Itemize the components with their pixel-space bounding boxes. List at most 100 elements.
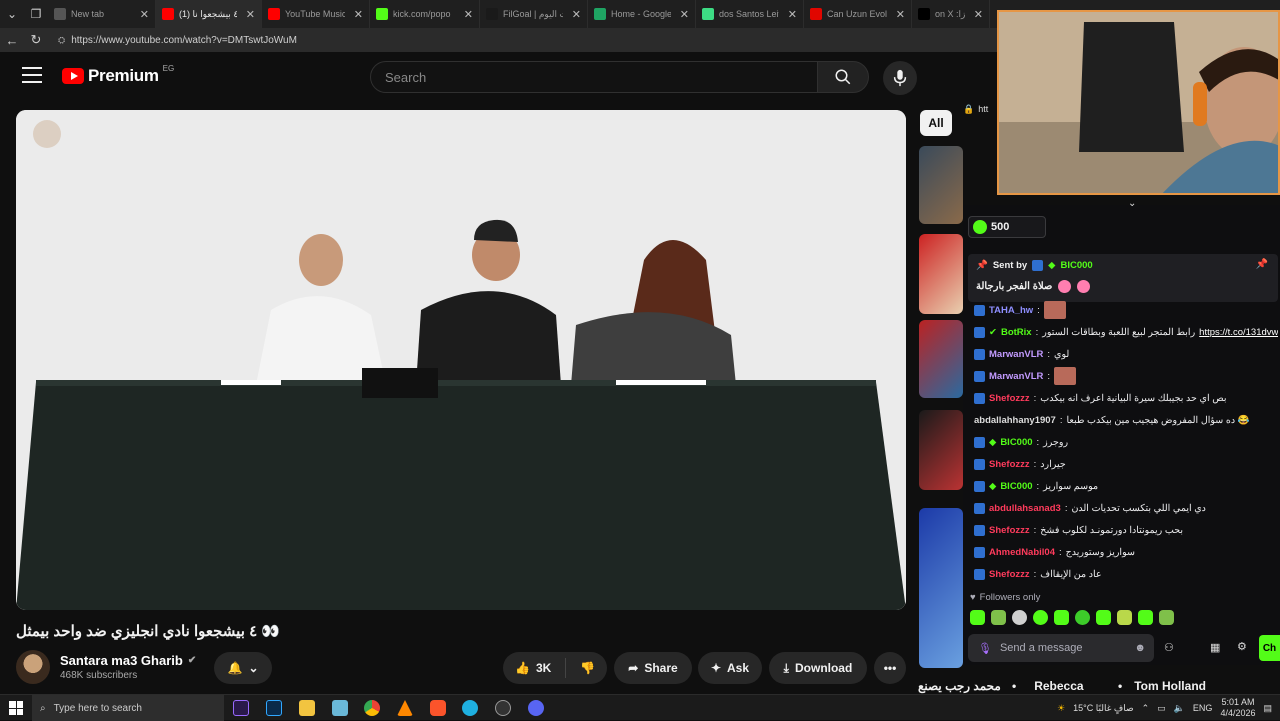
chat-username[interactable]: BIC000 [1000, 437, 1032, 448]
related-chip[interactable]: • Rebecca [1012, 679, 1084, 693]
emote-icon[interactable] [1096, 610, 1111, 625]
filter-chip-all[interactable]: All [920, 110, 952, 136]
close-tab-icon[interactable]: ✕ [242, 8, 255, 21]
clock[interactable]: 5:01 AM 4/4/2026 [1220, 697, 1255, 719]
edge-icon[interactable] [462, 700, 478, 716]
recommended-thumbnail[interactable] [919, 146, 963, 224]
emote-icon[interactable] [1033, 610, 1048, 625]
unpin-icon[interactable]: 📌 [1256, 259, 1268, 270]
emote-icon[interactable] [1117, 610, 1132, 625]
emote-icon[interactable] [991, 610, 1006, 625]
emote-icon[interactable] [1054, 610, 1069, 625]
recommended-thumbnail[interactable] [919, 234, 963, 314]
browser-tab[interactable]: (1) ٤ بيشجعوا نا ✕ [156, 0, 262, 28]
close-tab-icon[interactable]: ✕ [970, 8, 983, 21]
discord-icon[interactable] [528, 700, 544, 716]
notepad-icon[interactable] [332, 700, 348, 716]
tab-list-chevron-icon[interactable]: ⌄ [0, 0, 24, 28]
url-field[interactable]: ⛭ https://www.youtube.com/watch?v=DMTswt… [58, 35, 297, 46]
weather-text[interactable]: 15°C صافٍ غالبًا [1073, 703, 1134, 714]
like-button[interactable]: 👍 3K [515, 661, 551, 675]
emote-icon[interactable] [1075, 610, 1090, 625]
brave-icon[interactable] [430, 700, 446, 716]
chat-username[interactable]: abdallahhany1907 [974, 415, 1056, 426]
emote-icon[interactable] [970, 610, 985, 625]
network-icon[interactable]: ▭ [1157, 703, 1166, 714]
channel-name[interactable]: Santara ma3 Gharib [60, 653, 183, 668]
browser-tab[interactable]: dos Santos Leite Ico ✕ [696, 0, 804, 28]
chat-username[interactable]: BotRix [1001, 327, 1032, 338]
collapse-chevron-icon[interactable]: ⌄ [1128, 198, 1136, 209]
chat-link[interactable]: https://t.co/131dvwrlmr [1199, 327, 1278, 338]
site-info-icon[interactable]: ⛭ [58, 35, 65, 46]
hamburger-menu-icon[interactable] [22, 67, 42, 83]
browser-tab[interactable]: Can Uzun Evolution ✕ [804, 0, 912, 28]
settings-gear-icon[interactable]: ⚙ [1237, 640, 1247, 653]
file-explorer-icon[interactable] [299, 700, 315, 716]
related-chip[interactable]: محمد رجب يصنع [918, 679, 1001, 693]
language-indicator[interactable]: ENG [1193, 703, 1213, 713]
emoji-icon[interactable]: ☻ [1134, 642, 1146, 654]
close-tab-icon[interactable]: ✕ [676, 8, 689, 21]
chat-username[interactable]: MarwanVLR [989, 371, 1043, 382]
emote-icon[interactable] [1138, 610, 1153, 625]
chat-send-button[interactable]: Ch [1259, 635, 1280, 661]
voice-search-button[interactable] [883, 61, 917, 95]
recommended-thumbnail[interactable] [919, 508, 963, 668]
recommended-thumbnail[interactable] [919, 320, 963, 398]
search-button[interactable] [817, 61, 869, 93]
gift-icon[interactable]: ▦ [1210, 641, 1220, 654]
chat-username[interactable]: Shefozzz [989, 525, 1030, 536]
notification-center-icon[interactable]: ▤ [1263, 703, 1272, 714]
search-input[interactable]: Search [370, 61, 818, 93]
youtube-premium-logo[interactable]: Premium EG [62, 64, 174, 86]
vlc-icon[interactable] [397, 700, 413, 716]
browser-tab[interactable]: New tab ✕ [48, 0, 156, 28]
related-chip[interactable]: • Tom Holland [1118, 679, 1206, 693]
chat-username[interactable]: AhmedNabil04 [989, 547, 1055, 558]
browser-tab[interactable]: FilGoal | ماريات اليوم ✕ [480, 0, 588, 28]
link-icon[interactable]: ⚇ [1164, 641, 1174, 654]
obs-icon[interactable] [495, 700, 511, 716]
chat-username[interactable]: MarwanVLR [989, 349, 1043, 360]
chat-username[interactable]: abdullahsanad3 [989, 503, 1061, 514]
windows-start-icon[interactable] [9, 701, 23, 715]
browser-tab[interactable]: YouTube Music ✕ [262, 0, 370, 28]
video-player[interactable] [16, 110, 906, 610]
photoshop-icon[interactable] [266, 700, 282, 716]
more-actions-button[interactable]: ••• [874, 652, 906, 684]
chat-username[interactable]: Shefozzz [989, 569, 1030, 580]
chat-message-input[interactable]: 🎙 Send a message ☻ [968, 634, 1154, 662]
chat-username[interactable]: Shefozzz [989, 393, 1030, 404]
channel-points[interactable]: 500 [968, 216, 1046, 238]
close-tab-icon[interactable]: ✕ [784, 8, 797, 21]
mic-icon[interactable]: 🎙 [978, 642, 992, 655]
premiere-icon[interactable] [233, 700, 249, 716]
close-tab-icon[interactable]: ✕ [460, 8, 473, 21]
chat-username[interactable]: Shefozzz [989, 459, 1030, 470]
chat-username[interactable]: TAHA_hw [989, 305, 1033, 316]
channel-avatar[interactable] [16, 650, 50, 684]
reload-icon[interactable]: ↻ [24, 32, 48, 48]
browser-tab[interactable]: Home - Google Dri ✕ [588, 0, 696, 28]
close-tab-icon[interactable]: ✕ [136, 8, 149, 21]
browser-tab[interactable]: on X :أسامة رزا ✕ [912, 0, 990, 28]
back-arrow-icon[interactable]: ← [0, 33, 24, 48]
workspaces-icon[interactable]: ❐ [24, 0, 48, 28]
tray-chevron-icon[interactable]: ⌃ [1142, 703, 1150, 714]
close-tab-icon[interactable]: ✕ [568, 8, 581, 21]
download-button[interactable]: ⤓ Download [769, 652, 867, 684]
share-button[interactable]: ➦ Share [614, 652, 692, 684]
thumbs-down-icon[interactable]: 👎 [580, 661, 595, 675]
close-tab-icon[interactable]: ✕ [350, 8, 363, 21]
browser-tab[interactable]: kick.com/popo ✕ [370, 0, 480, 28]
taskbar-search[interactable]: ⌕ Type here to search [32, 695, 224, 721]
ask-button[interactable]: ✦ Ask [698, 652, 762, 684]
close-tab-icon[interactable]: ✕ [892, 8, 905, 21]
volume-icon[interactable]: 🔈 [1174, 703, 1185, 714]
notification-bell-button[interactable]: 🔔 ⌄ [214, 652, 272, 684]
recommended-thumbnail[interactable] [919, 410, 963, 490]
chat-username[interactable]: BIC000 [1000, 481, 1032, 492]
chrome-icon[interactable] [364, 700, 380, 716]
emote-icon[interactable] [1012, 610, 1027, 625]
